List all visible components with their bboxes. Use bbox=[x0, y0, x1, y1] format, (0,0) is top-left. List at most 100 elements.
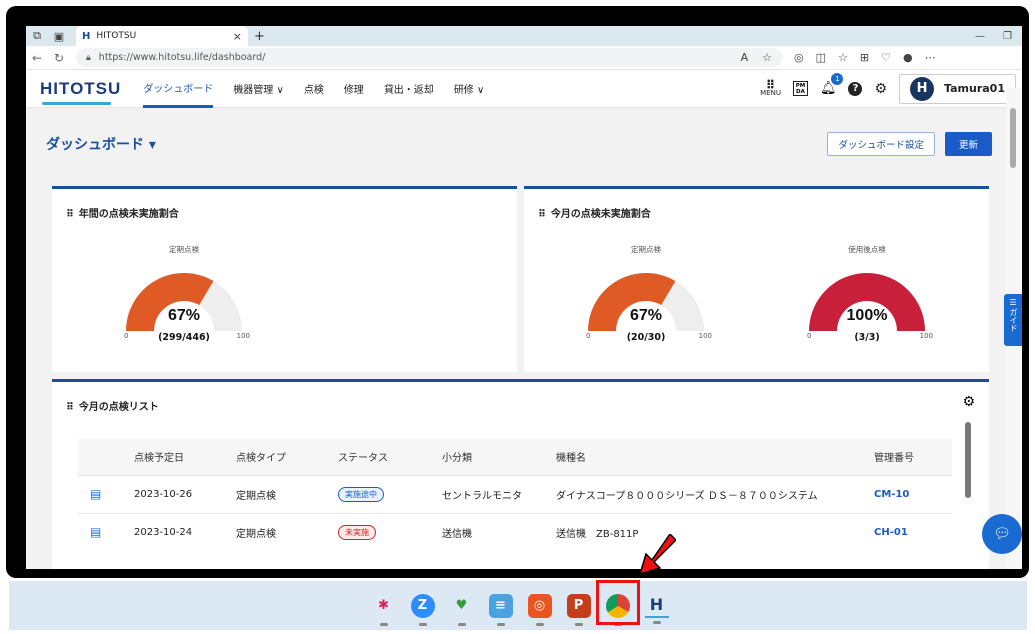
settings-gear-icon[interactable]: ⚙ bbox=[874, 81, 887, 97]
close-tab-icon[interactable]: × bbox=[233, 30, 242, 43]
dashboard-settings-button[interactable]: ダッシュボード設定 bbox=[827, 132, 935, 156]
nav-lending[interactable]: 貸出・返却 bbox=[384, 70, 434, 108]
nav-training[interactable]: 研修 ∨ bbox=[454, 70, 485, 108]
equipment-code-link[interactable]: CH-01 bbox=[874, 527, 908, 538]
chat-bubble-icon[interactable]: 💬︎ bbox=[982, 514, 1022, 554]
status-badge: 未実施 bbox=[338, 524, 376, 540]
col-type[interactable]: 点検タイプ bbox=[236, 439, 338, 475]
read-aloud-icon[interactable]: A bbox=[741, 51, 749, 64]
table-row[interactable]: ▤ 2023-10-24 定期点検 未実施 送信機 送信機 ZB-811P CH… bbox=[78, 512, 952, 551]
extension-icon[interactable]: ◎ bbox=[794, 51, 804, 64]
taskbar: ✱ Z ♥ ≡ ◎ P H bbox=[9, 581, 1027, 630]
equipment-code-link[interactable]: CM-10 bbox=[874, 489, 909, 500]
card-title: ⠿ 年間の点検未実施割合 bbox=[66, 209, 179, 220]
pmda-icon[interactable]: PM DA bbox=[792, 81, 808, 96]
hitotsu-logo[interactable]: HITOTSU bbox=[40, 79, 121, 105]
refresh-icon[interactable]: ↻ bbox=[48, 51, 70, 65]
profile-icon[interactable]: ● bbox=[903, 51, 913, 64]
document-icon[interactable]: ▤ bbox=[90, 487, 101, 501]
url-field[interactable]: 🔒︎ https://www.hitotsu.life/dashboard/ A… bbox=[76, 48, 782, 67]
guide-label: ガイド bbox=[1009, 308, 1018, 332]
table-row[interactable]: ▤ 2023-10-26 定期点検 実施途中 セントラルモニタ ダイナスコープ８… bbox=[78, 474, 952, 513]
cell-type: 定期点検 bbox=[236, 512, 338, 551]
annual-uninspected-card: ⠿ 年間の点検未実施割合 定期点検 67% 0 (299/446) 100 bbox=[52, 186, 517, 372]
col-icon bbox=[78, 439, 134, 475]
minimize-icon[interactable]: — bbox=[975, 31, 985, 42]
col-status[interactable]: ステータス bbox=[338, 439, 442, 475]
powerpoint-icon[interactable]: P bbox=[566, 593, 591, 626]
dashboard-title-dropdown[interactable]: ダッシュボード ▾ bbox=[46, 134, 156, 154]
dashboard-content: ダッシュボード ▾ ダッシュボード設定 更新 ⠿ 年間の点検未実施割合 定期点検 … bbox=[26, 108, 1006, 569]
drag-handle-icon[interactable]: ⠿ bbox=[538, 209, 546, 220]
drag-handle-icon[interactable]: ⠿ bbox=[66, 402, 74, 413]
restore-icon[interactable]: ❐ bbox=[1003, 31, 1012, 42]
gauge-max: 100 bbox=[698, 332, 712, 340]
status-badge: 実施途中 bbox=[338, 486, 384, 502]
gauge-label: 使用後点検 bbox=[848, 245, 886, 254]
drag-handle-icon[interactable]: ⠿ bbox=[66, 209, 74, 220]
slack-icon[interactable]: ✱ bbox=[372, 594, 396, 626]
pointer-arrow bbox=[640, 534, 676, 574]
notepad-icon[interactable]: ≡ bbox=[488, 593, 513, 626]
more-options-icon[interactable]: ⋯ bbox=[925, 51, 936, 64]
bell-icon[interactable]: 🔔︎ 1 bbox=[820, 73, 844, 96]
cell-model: ダイナスコープ８０００シリーズ ＤＳ－８７００システム bbox=[556, 474, 874, 513]
user-menu[interactable]: H Tamura01 bbox=[899, 73, 1016, 104]
menu-label: MENU bbox=[760, 88, 781, 97]
tab-actions-icon[interactable]: ▣ bbox=[48, 30, 70, 43]
refresh-button[interactable]: 更新 bbox=[944, 132, 992, 156]
gauge-arc bbox=[809, 273, 925, 331]
tab-title: HITOTSU bbox=[96, 31, 137, 41]
table-header-row: 点検予定日 点検タイプ ステータス 小分類 機種名 管理番号 bbox=[78, 439, 952, 475]
gauge-count: (3/3) bbox=[854, 332, 880, 343]
gauge-label: 定期点検 bbox=[631, 245, 661, 254]
tab-bar: ⧉ ▣ H HITOTSU × + — ❐ bbox=[26, 26, 1022, 46]
document-icon[interactable]: ▤ bbox=[90, 525, 101, 539]
ubuntu-icon[interactable]: ◎ bbox=[527, 593, 552, 626]
favorites-icon[interactable]: ☆ bbox=[838, 51, 848, 64]
nav-equipment[interactable]: 機器管理 ∨ bbox=[233, 70, 284, 108]
cell-type: 定期点検 bbox=[236, 474, 338, 513]
col-date[interactable]: 点検予定日 bbox=[134, 439, 236, 475]
zoom-icon[interactable]: Z bbox=[410, 593, 435, 626]
cell-model: 送信機 ZB-811P bbox=[556, 512, 874, 551]
new-tab-button[interactable]: + bbox=[254, 29, 265, 44]
collections-icon[interactable]: ⊞ bbox=[860, 51, 869, 64]
gauge-monthly-after-use: 使用後点検 100% 0 (3/3) 100 bbox=[797, 244, 937, 343]
gauge-max: 100 bbox=[236, 332, 250, 340]
gauge-percent: 67% bbox=[629, 307, 663, 324]
nav-repair[interactable]: 修理 bbox=[344, 70, 364, 108]
col-category[interactable]: 小分類 bbox=[442, 439, 556, 475]
hitotsu-icon[interactable]: H bbox=[644, 594, 669, 624]
app-icon[interactable]: ♥ bbox=[450, 594, 474, 626]
gauge-annual-periodic: 定期点検 67% 0 (299/446) 100 bbox=[114, 244, 254, 343]
browser-tab[interactable]: H HITOTSU × bbox=[76, 26, 248, 46]
nav-inspection[interactable]: 点検 bbox=[304, 70, 324, 108]
favorite-star-icon[interactable]: ☆ bbox=[762, 51, 772, 64]
nav-dashboard[interactable]: ダッシュボード bbox=[143, 70, 214, 108]
page-scroll-thumb[interactable] bbox=[1010, 108, 1016, 168]
col-model[interactable]: 機種名 bbox=[556, 439, 874, 475]
gauge-arc bbox=[588, 273, 704, 331]
cell-date: 2023-10-26 bbox=[134, 474, 236, 513]
browser-window: ⧉ ▣ H HITOTSU × + — ❐ ← ↻ 🔒︎ https://www… bbox=[26, 26, 1022, 569]
gauge-count: (299/446) bbox=[158, 332, 210, 343]
cell-date: 2023-10-24 bbox=[134, 512, 236, 551]
help-icon[interactable]: ? bbox=[848, 81, 863, 96]
highlight-box bbox=[596, 580, 640, 625]
workspaces-icon[interactable]: ⧉ bbox=[26, 29, 48, 43]
avatar: H bbox=[910, 76, 935, 101]
back-icon[interactable]: ← bbox=[26, 51, 48, 65]
gauge-label: 定期点検 bbox=[169, 245, 199, 254]
menu-grid-icon[interactable]: ⠿ MENU bbox=[760, 79, 781, 97]
list-settings-gear-icon[interactable]: ⚙ bbox=[962, 394, 975, 410]
performance-icon[interactable]: ♡ bbox=[881, 51, 891, 64]
split-screen-icon[interactable]: ◫ bbox=[816, 51, 826, 64]
guide-tab[interactable]: ☰ ガイド bbox=[1004, 294, 1022, 346]
gauge-max: 100 bbox=[919, 332, 933, 340]
col-code[interactable]: 管理番号 bbox=[874, 439, 952, 475]
table-scrollbar[interactable] bbox=[965, 422, 971, 498]
url-text: https://www.hitotsu.life/dashboard/ bbox=[98, 52, 266, 63]
lock-icon[interactable]: 🔒︎ bbox=[86, 53, 91, 63]
gauge-percent: 100% bbox=[846, 307, 888, 324]
